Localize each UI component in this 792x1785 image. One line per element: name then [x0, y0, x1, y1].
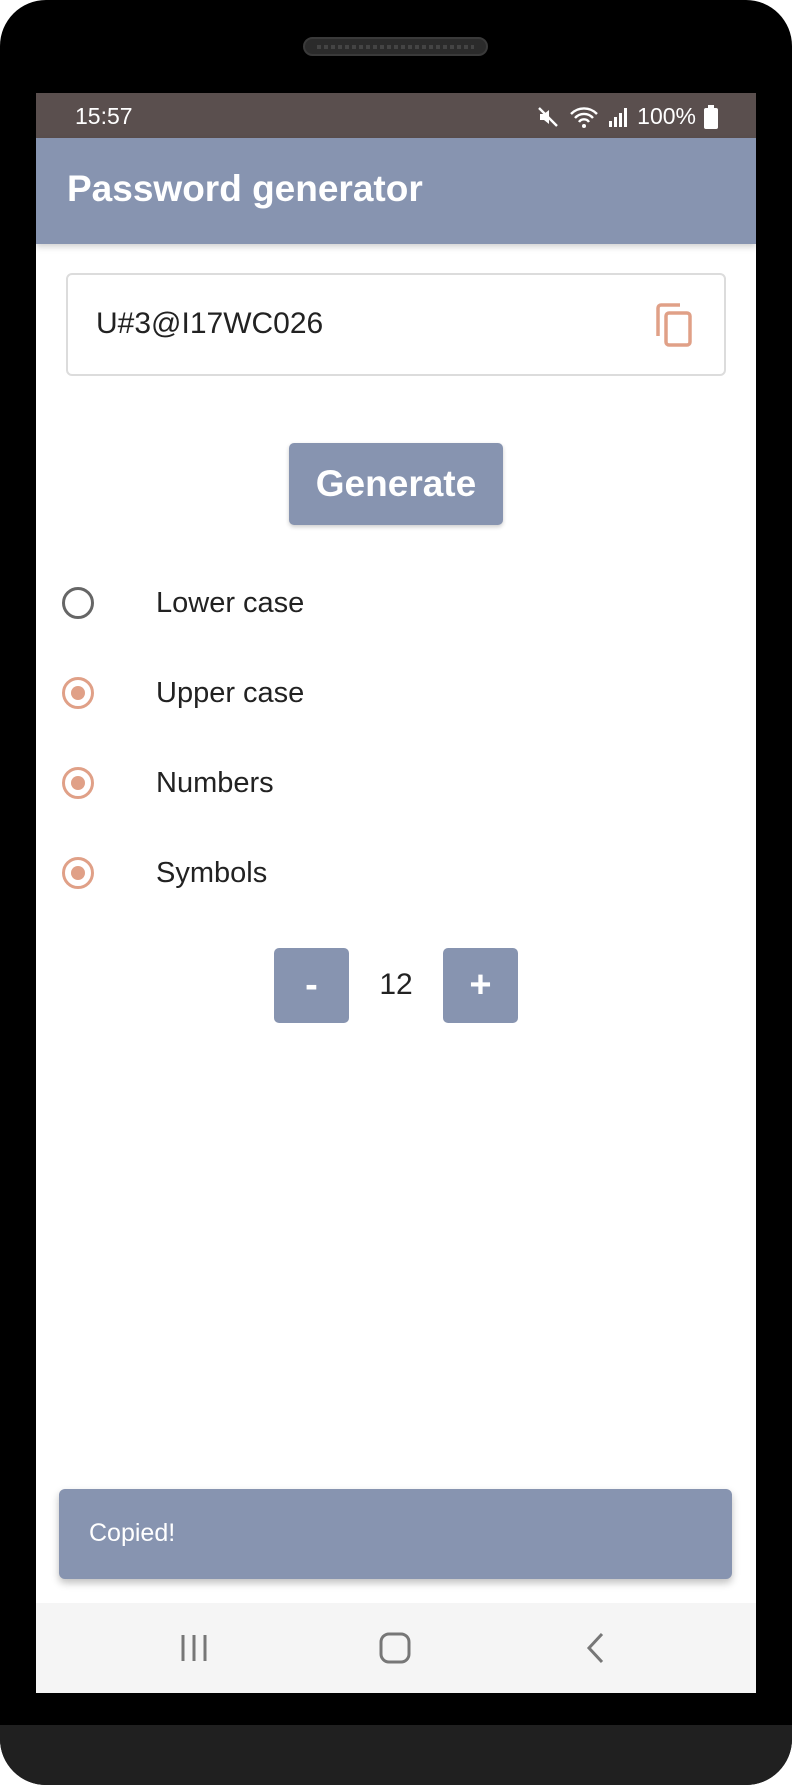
toast-message: Copied! [89, 1519, 176, 1547]
option-label: Numbers [156, 767, 274, 799]
battery-icon [704, 104, 718, 129]
copy-button[interactable] [654, 303, 694, 349]
radio-lower-case[interactable] [62, 587, 94, 619]
page-title: Password generator [67, 168, 423, 209]
option-label: Symbols [156, 857, 268, 889]
radio-numbers[interactable] [62, 767, 94, 799]
system-nav-bar [36, 1603, 756, 1693]
back-button[interactable] [571, 1625, 621, 1671]
generate-button[interactable]: Generate [289, 443, 503, 525]
password-field: U#3@I17WC026 [66, 273, 726, 376]
option-lower-case[interactable]: Lower case [62, 581, 662, 631]
length-value: 12 [379, 968, 413, 1001]
phone-bottom-bezel [0, 1725, 792, 1785]
speaker-grille [303, 37, 488, 56]
option-symbols[interactable]: Symbols [62, 851, 662, 901]
password-value: U#3@I17WC026 [96, 307, 324, 340]
option-upper-case[interactable]: Upper case [62, 671, 662, 721]
recents-button[interactable] [169, 1625, 219, 1671]
copy-icon [656, 303, 692, 347]
signal-icon [609, 107, 628, 127]
status-icons: 100% [537, 103, 718, 130]
home-button[interactable] [370, 1625, 420, 1671]
radio-symbols[interactable] [62, 857, 94, 889]
option-label: Upper case [156, 677, 305, 709]
decrement-length-button[interactable]: - [274, 948, 349, 1023]
recents-icon [181, 1635, 207, 1661]
status-time: 15:57 [75, 103, 133, 129]
home-icon [379, 1632, 411, 1664]
screen: 15:57 100% Password generator U#3@I17WC0… [36, 93, 756, 1693]
toast-notification: Copied! [59, 1489, 732, 1579]
phone-frame: 15:57 100% Password generator U#3@I17WC0… [0, 0, 792, 1785]
option-numbers[interactable]: Numbers [62, 761, 662, 811]
radio-upper-case[interactable] [62, 677, 94, 709]
increment-length-button[interactable]: + [443, 948, 518, 1023]
status-bar: 15:57 100% [36, 93, 756, 138]
mute-icon [538, 106, 559, 127]
option-label: Lower case [156, 587, 305, 619]
back-icon [586, 1632, 604, 1664]
app-bar: Password generator [36, 138, 756, 244]
wifi-icon [570, 106, 599, 128]
battery-percent: 100% [637, 103, 696, 129]
